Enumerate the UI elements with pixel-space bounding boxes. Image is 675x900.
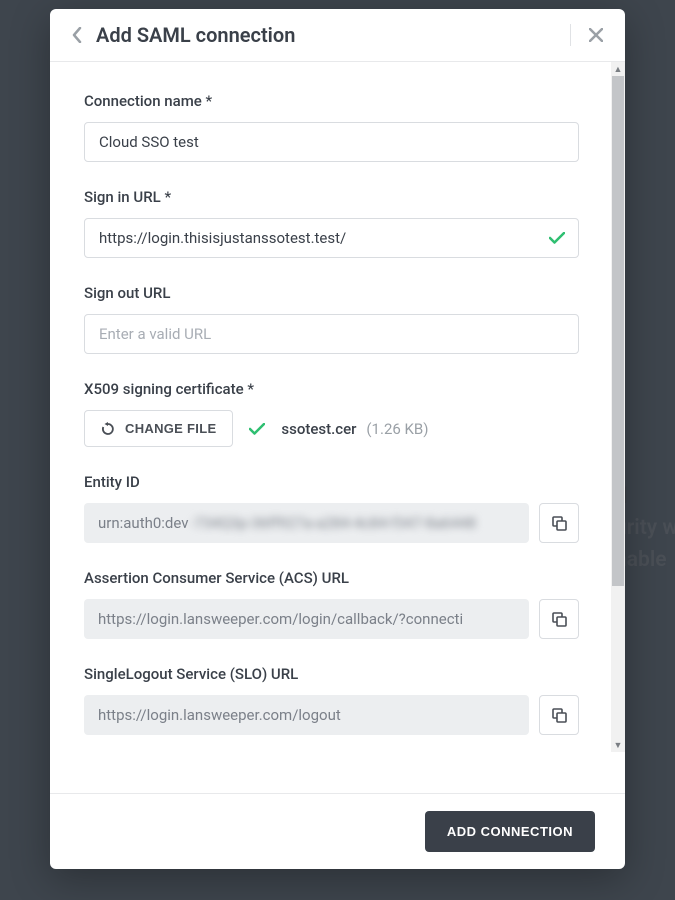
chevron-left-icon bbox=[72, 27, 82, 43]
back-button[interactable] bbox=[72, 27, 82, 43]
acs-url-field: Assertion Consumer Service (ACS) URL htt… bbox=[84, 569, 591, 639]
modal-footer: ADD CONNECTION bbox=[50, 793, 625, 869]
sign-in-url-field: Sign in URL * bbox=[84, 188, 591, 258]
file-size: (1.26 KB) bbox=[366, 420, 428, 438]
change-file-button[interactable]: CHANGE FILE bbox=[84, 410, 233, 447]
entity-id-label: Entity ID bbox=[84, 473, 591, 491]
acs-url-label: Assertion Consumer Service (ACS) URL bbox=[84, 569, 591, 587]
sign-in-url-input[interactable] bbox=[84, 218, 579, 258]
slo-url-field: SingleLogout Service (SLO) URL https://l… bbox=[84, 665, 591, 735]
change-file-label: CHANGE FILE bbox=[125, 421, 216, 436]
add-connection-button[interactable]: ADD CONNECTION bbox=[425, 811, 595, 852]
connection-name-field: Connection name * bbox=[84, 92, 591, 162]
sign-out-url-label: Sign out URL bbox=[84, 284, 591, 302]
check-icon bbox=[549, 232, 565, 244]
entity-id-value: urn:auth0:dev-734Q3p-36ff927a-a284-4c84-… bbox=[84, 503, 529, 543]
saml-connection-modal: Add SAML connection ▲ ▼ Connection name … bbox=[50, 9, 625, 869]
connection-name-input[interactable] bbox=[84, 122, 579, 162]
close-button[interactable] bbox=[589, 28, 603, 42]
copy-icon bbox=[552, 612, 567, 627]
scroll-down-icon[interactable]: ▼ bbox=[611, 738, 625, 752]
scrollbar-thumb[interactable] bbox=[612, 76, 624, 586]
entity-id-prefix: urn:auth0:dev bbox=[98, 514, 189, 532]
sign-in-url-label: Sign in URL * bbox=[84, 188, 591, 206]
copy-icon bbox=[552, 516, 567, 531]
slo-url-value: https://login.lansweeper.com/logout bbox=[84, 695, 529, 735]
copy-icon bbox=[552, 708, 567, 723]
divider bbox=[570, 24, 571, 46]
acs-url-value: https://login.lansweeper.com/login/callb… bbox=[84, 599, 529, 639]
scrollbar[interactable]: ▲ ▼ bbox=[611, 62, 625, 752]
sign-out-url-input[interactable] bbox=[84, 314, 579, 354]
sign-out-url-field: Sign out URL bbox=[84, 284, 591, 354]
entity-id-obscured: -734Q3p-36ff927a-a284-4c84-f347-8a6448 bbox=[191, 514, 476, 532]
slo-url-label: SingleLogout Service (SLO) URL bbox=[84, 665, 591, 683]
modal-body: ▲ ▼ Connection name * Sign in URL * Sign… bbox=[50, 62, 625, 793]
file-info: ssotest.cer (1.26 KB) bbox=[281, 419, 428, 438]
entity-id-field: Entity ID urn:auth0:dev-734Q3p-36ff927a-… bbox=[84, 473, 591, 543]
scroll-up-icon[interactable]: ▲ bbox=[611, 62, 625, 76]
check-icon bbox=[249, 423, 265, 435]
file-name: ssotest.cer bbox=[281, 420, 356, 438]
connection-name-label: Connection name * bbox=[84, 92, 591, 110]
modal-title: Add SAML connection bbox=[96, 23, 556, 47]
copy-entity-id-button[interactable] bbox=[539, 503, 579, 543]
modal-header: Add SAML connection bbox=[50, 9, 625, 62]
copy-acs-url-button[interactable] bbox=[539, 599, 579, 639]
x509-label: X509 signing certificate * bbox=[84, 380, 591, 398]
close-icon bbox=[589, 28, 603, 42]
copy-slo-url-button[interactable] bbox=[539, 695, 579, 735]
refresh-icon bbox=[101, 422, 115, 436]
x509-field: X509 signing certificate * CHANGE FILE s… bbox=[84, 380, 591, 447]
